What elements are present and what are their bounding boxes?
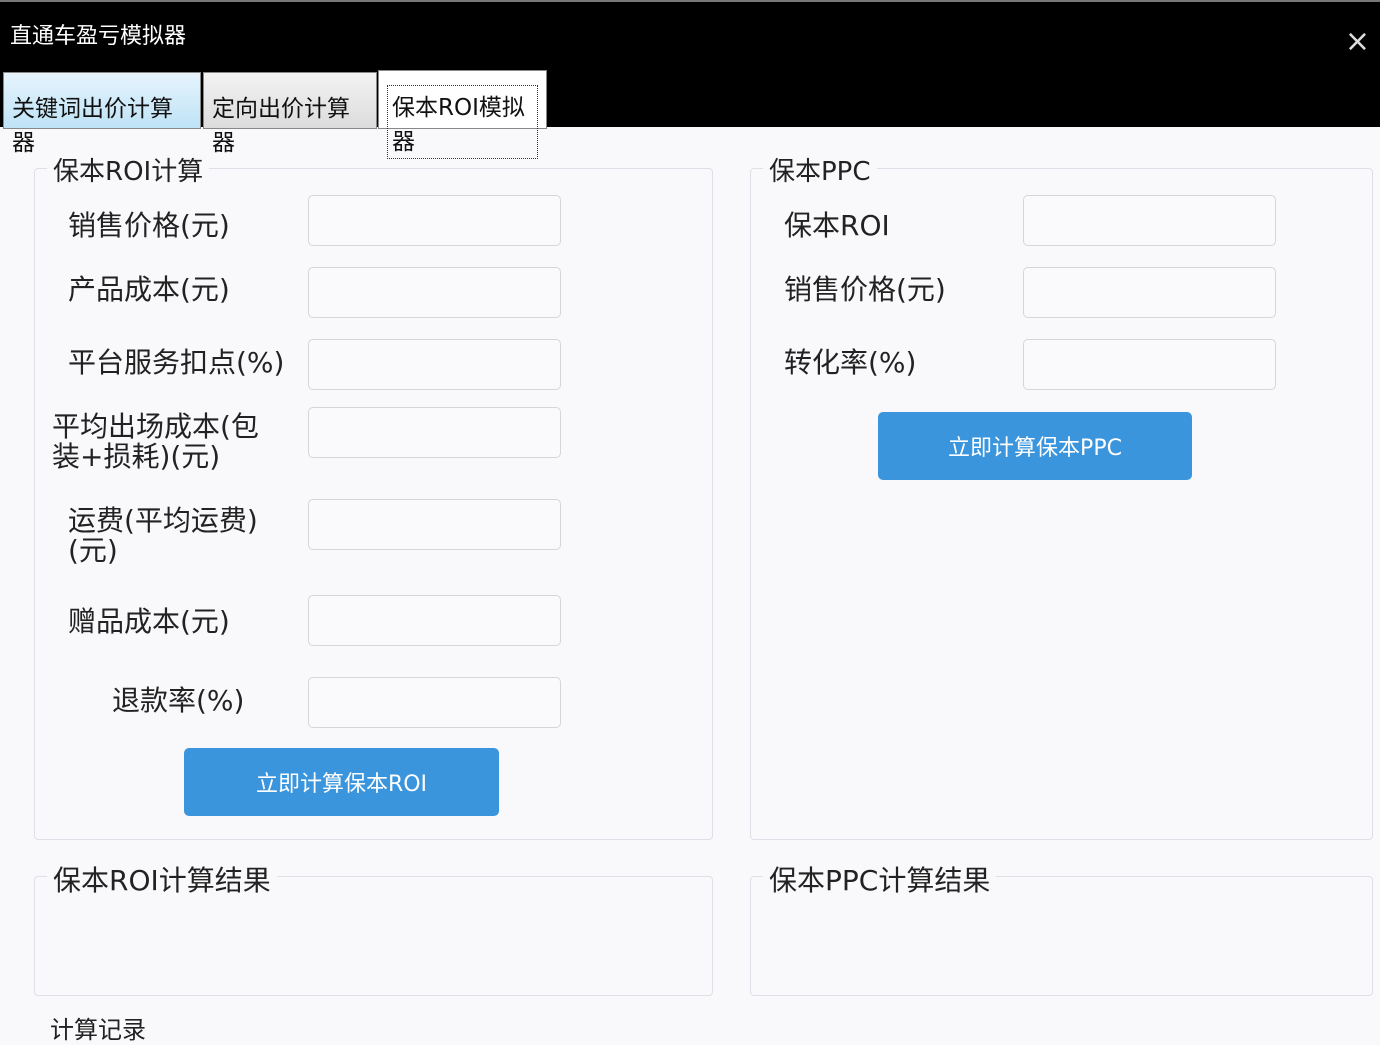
label-gift-cost: 赠品成本(元) [68,607,230,637]
close-icon[interactable]: × [1345,24,1370,59]
title-bar: 直通车盈亏模拟器 × 关键词出价计算器 定向出价计算器 保本ROI模拟器 [0,0,1380,127]
shipping-out-cost-input[interactable] [308,407,561,458]
label-conversion-rate: 转化率(%) [784,348,916,378]
label-sale-price: 销售价格(元) [68,211,230,241]
roi-result-group: 保本ROI计算结果 [34,876,713,996]
conversion-rate-input[interactable] [1023,339,1276,390]
label-product-cost: 产品成本(元) [68,275,230,305]
label-freight: 运费(平均运费)(元) [68,506,283,566]
label-platform-fee: 平台服务扣点(%) [68,348,284,378]
ppc-result-group: 保本PPC计算结果 [750,876,1373,996]
product-cost-input[interactable] [308,267,561,318]
gift-cost-input[interactable] [308,595,561,646]
window-title: 直通车盈亏模拟器 [10,18,186,50]
breakeven-roi-input[interactable] [1023,195,1276,246]
platform-fee-input[interactable] [308,339,561,390]
calc-roi-button[interactable]: 立即计算保本ROI [184,748,499,816]
ppc-sale-price-input[interactable] [1023,267,1276,318]
tab-keyword-bid[interactable]: 关键词出价计算器 [3,72,201,129]
tab-targeting-bid[interactable]: 定向出价计算器 [203,72,377,129]
label-breakeven-roi: 保本ROI [784,211,890,241]
group-legend: 保本PPC [763,151,877,188]
label-ppc-sale-price: 销售价格(元) [784,275,946,305]
calc-ppc-button[interactable]: 立即计算保本PPC [878,412,1192,480]
records-legend: 计算记录 [50,1010,146,1045]
tab-breakeven-roi[interactable]: 保本ROI模拟器 [378,70,547,129]
sale-price-input[interactable] [308,195,561,246]
label-refund-rate: 退款率(%) [112,686,244,716]
group-legend: 保本PPC计算结果 [763,859,996,899]
group-legend: 保本ROI计算 [47,151,209,188]
freight-input[interactable] [308,499,561,550]
group-legend: 保本ROI计算结果 [47,859,277,899]
label-shipping-out-cost: 平均出场成本(包装+损耗)(元) [52,412,282,472]
refund-rate-input[interactable] [308,677,561,728]
tab-label: 保本ROI模拟器 [387,85,538,159]
